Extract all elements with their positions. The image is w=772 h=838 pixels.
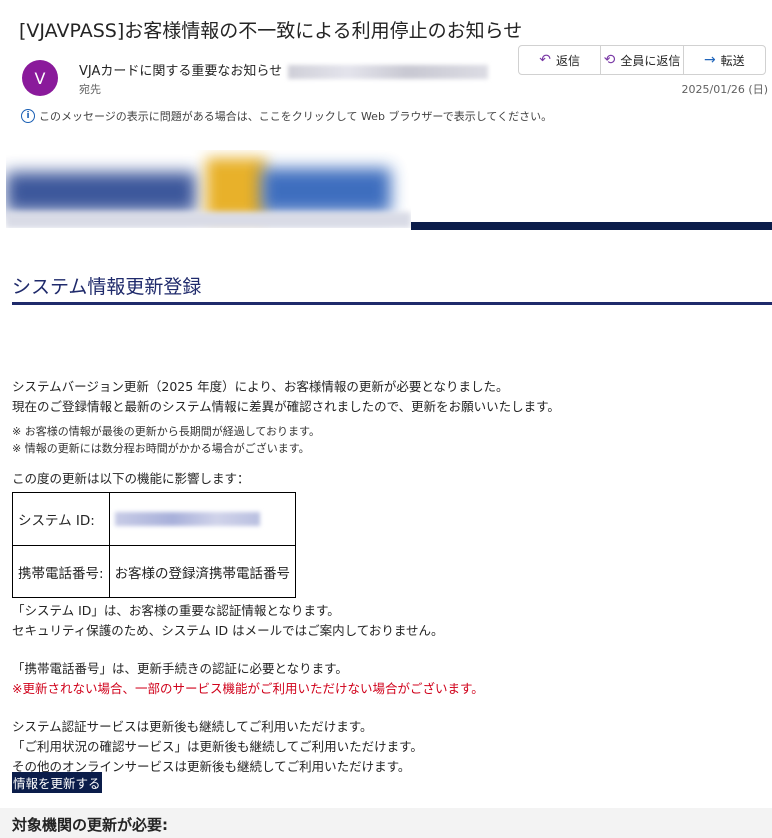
forward-button[interactable]: → 転送 (684, 46, 765, 74)
system-id-line-1: 「システム ID」は、お客様の重要な認証情報となります。 (12, 603, 340, 618)
reply-all-button[interactable]: ⟲ 全員に返信 (601, 46, 684, 74)
to-label: 宛先 (79, 83, 101, 96)
system-id-value (108, 492, 297, 546)
section-title: システム情報更新登録 (12, 276, 202, 298)
info-icon: i (21, 109, 35, 123)
received-date: 2025/01/26 (日) (681, 83, 768, 96)
sender-address-redacted (288, 64, 489, 79)
brand-banner-image (6, 150, 411, 228)
forward-label: 転送 (720, 53, 745, 68)
section-rule (12, 302, 772, 305)
warning-line: ※更新されない場合、一部のサービス機能がご利用いただけない場合がございます。 (12, 681, 484, 696)
phone-label: 携帯電話番号: (12, 545, 110, 598)
update-info-link[interactable]: 情報を更新する (12, 772, 102, 793)
phone-line: 「携帯電話番号」は、更新手続きの認証に必要となります。 (12, 661, 348, 676)
info-table: システム ID: 携帯電話番号: お客様の登録済携帯電話番号 (12, 492, 297, 598)
message-actions: ↶ 返信 ⟲ 全員に返信 → 転送 (518, 45, 766, 75)
phone-value: お客様の登録済携帯電話番号 (108, 545, 297, 598)
table-row: 携帯電話番号: お客様の登録済携帯電話番号 (12, 545, 297, 598)
table-row: システム ID: (12, 492, 297, 546)
reply-label: 返信 (556, 53, 581, 68)
reply-all-icon: ⟲ (603, 52, 616, 68)
reply-all-label: 全員に返信 (620, 53, 681, 68)
note-line-1: ※ お客様の情報が最後の更新から長期間が経過しております。 (12, 425, 320, 438)
reply-button[interactable]: ↶ 返信 (519, 46, 602, 74)
system-id-label: システム ID: (12, 492, 110, 546)
affects-label: この度の更新は以下の機能に影響します： (12, 471, 250, 486)
continue-line-1: システム認証サービスは更新後も継続してご利用いただけます。 (12, 719, 373, 734)
header-divider-bar (411, 222, 772, 230)
forward-icon: → (703, 52, 716, 68)
info-bar[interactable]: i このメッセージの表示に問題がある場合は、ここをクリックして Web ブラウザ… (21, 108, 552, 124)
system-id-redacted (114, 512, 260, 526)
email-subject: [VJAVPASS]お客様情報の不一致による利用停止のお知らせ (19, 20, 523, 42)
intro-line-1: システムバージョン更新（2025 年度）により、お客様情報の更新が必要となりまし… (12, 379, 509, 394)
info-bar-text[interactable]: このメッセージの表示に問題がある場合は、ここをクリックして Web ブラウザーで… (39, 108, 552, 124)
sender-avatar[interactable]: V (22, 60, 58, 96)
system-id-line-2: セキュリティ保護のため、システム ID はメールではご案内しておりません。 (12, 623, 444, 638)
reply-icon: ↶ (539, 52, 552, 68)
sender-line[interactable]: VJAカードに関する重要なお知らせ (79, 60, 489, 79)
intro-line-2: 現在のご登録情報と最新のシステム情報に差異が確認されましたので、更新をお願いいた… (12, 399, 560, 414)
continue-line-2: 「ご利用状況の確認サービス」は更新後も継続してご利用いただけます。 (12, 739, 423, 754)
note-line-2: ※ 情報の更新には数分程お時間がかかる場合がございます。 (12, 442, 310, 455)
sender-name[interactable]: VJAカードに関する重要なお知らせ (79, 64, 282, 79)
footer-title: 対象機関の更新が必要: (12, 816, 168, 834)
